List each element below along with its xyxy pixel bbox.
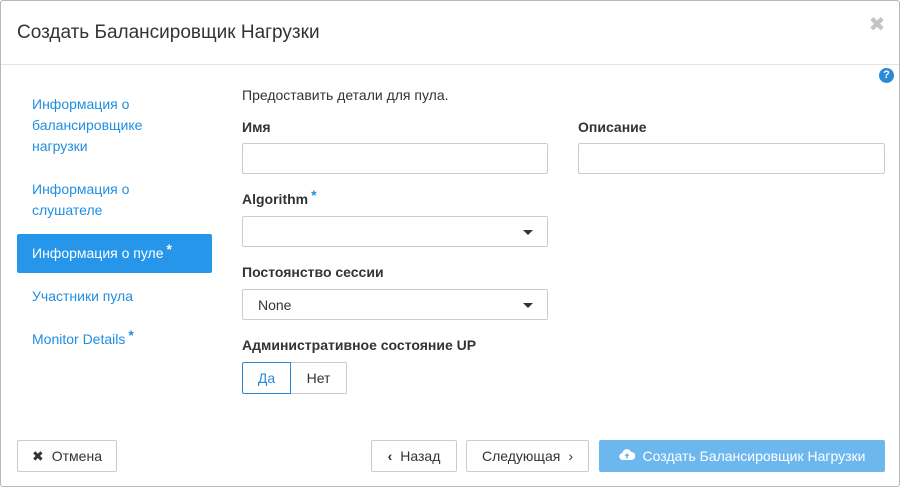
algorithm-label-text: Algorithm [242,191,309,207]
caret-down-icon [523,230,533,235]
required-marker: * [311,187,317,203]
admin-state-yes-button[interactable]: Да [242,362,291,394]
cancel-button-label: Отмена [51,448,102,464]
help-icon[interactable]: ? [879,68,894,83]
nav-item-label-line: слушателе [32,202,103,218]
close-icon: ✖ [32,447,44,464]
dialog-header: Создать Балансировщик Нагрузки ✖ [1,1,899,65]
nav-item-label: Monitor Details [32,331,126,347]
admin-state-label: Административное состояние UP [242,337,477,353]
required-marker: * [128,327,134,343]
close-icon[interactable]: ✖ [867,15,887,35]
caret-down-icon [523,303,533,308]
nav-item-label: Участники пула [32,288,134,304]
cancel-button[interactable]: ✖ Отмена [17,440,117,472]
nav-item-label-line: балансировщике [32,117,143,133]
nav-item-load-balancer-details[interactable]: Информация о балансировщике нагрузки [17,94,212,157]
chevron-left-icon: ‹ [387,448,393,464]
nav-item-pool-details[interactable]: Информация о пуле * [17,234,212,273]
algorithm-select[interactable] [242,216,548,247]
back-button[interactable]: ‹ Назад [371,440,457,472]
session-persistence-select[interactable]: None [242,289,548,320]
name-input[interactable] [242,143,548,174]
session-persistence-value: None [258,297,292,313]
create-button-label: Создать Балансировщик Нагрузки [642,448,866,464]
dialog-title: Создать Балансировщик Нагрузки [17,22,320,43]
nav-item-label: Информация о пуле [32,245,164,261]
description-label: Описание [578,119,647,135]
algorithm-label: Algorithm * [242,187,317,207]
name-label: Имя [242,119,271,135]
admin-state-toggle: Да Нет [242,362,347,394]
nav-item-label-line: Информация о [32,96,130,112]
pool-intro-text: Предоставить детали для пула. [242,87,449,103]
create-load-balancer-button[interactable]: Создать Балансировщик Нагрузки [599,440,885,472]
nav-item-pool-members[interactable]: Участники пула [17,286,212,307]
required-marker: * [166,241,172,257]
next-button[interactable]: Следующая › [466,440,589,472]
admin-state-no-button[interactable]: Нет [291,362,347,394]
nav-item-listener-details[interactable]: Информация о слушателе [17,179,212,221]
back-button-label: Назад [400,448,441,464]
description-input[interactable] [578,143,885,174]
cloud-upload-icon [618,448,635,464]
session-persistence-label: Постоянство сессии [242,264,384,280]
nav-item-label-line: нагрузки [32,138,88,154]
next-button-label: Следующая [482,448,561,464]
chevron-right-icon: › [568,448,573,464]
nav-item-label-line: Информация о [32,181,130,197]
nav-item-monitor-details[interactable]: Monitor Details * [17,327,212,350]
create-load-balancer-dialog: Создать Балансировщик Нагрузки ✖ ? Инфор… [0,0,900,487]
